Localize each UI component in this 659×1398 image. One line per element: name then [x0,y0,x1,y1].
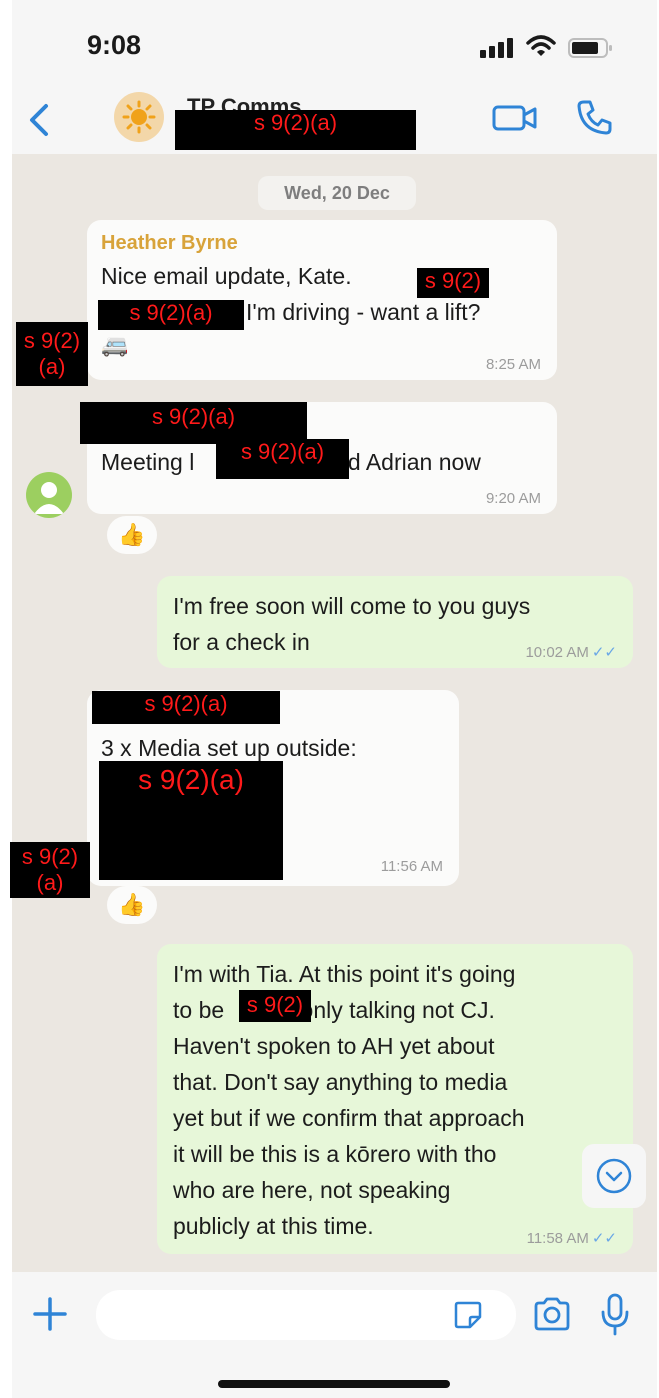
microphone-icon[interactable] [600,1292,630,1336]
message-time: 11:58 AM ✓✓ [526,1230,617,1247]
message-text: Haven't spoken to AH yet about [173,1033,495,1059]
message-text: it will be this is a kōrero with tho [173,1141,497,1167]
phone-icon[interactable] [575,98,613,136]
date-separator: Wed, 20 Dec [258,176,416,210]
redaction-inline: s 9(2)(a) [216,439,349,479]
cellular-signal-icon [480,38,516,58]
camera-icon[interactable] [532,1294,572,1334]
battery-icon [568,38,612,58]
redaction-body: s 9(2)(a) [99,761,283,880]
message-text: who are here, not speaking [173,1177,451,1203]
chat-header: TP Comms s 9(2)(a) [12,92,657,154]
avatar[interactable] [26,472,72,518]
home-indicator[interactable] [218,1380,450,1388]
message-text: I'm free soon will come to you guys [173,593,531,619]
person-icon [34,482,64,514]
sun-icon [122,100,156,134]
sender-name: Heather Byrne [101,232,238,254]
chevron-down-circle-icon [596,1158,632,1194]
status-time: 9:08 [87,30,142,60]
redaction-avatar: s 9(2) (a) [16,322,88,386]
redaction-header: s 9(2)(a) [175,110,416,150]
message-bubble[interactable]: I'm free soon will come to you guys for … [157,576,633,668]
wifi-icon [526,35,556,56]
video-camera-icon[interactable] [492,102,538,134]
redaction-avatar: s 9(2) (a) [10,842,90,898]
sticker-icon[interactable] [452,1299,484,1331]
status-bar: 9:08 [12,0,657,92]
composer-bar [12,1272,657,1398]
message-time: 8:25 AM [485,356,541,373]
reaction-badge[interactable]: 👍 [107,516,157,554]
phone-screen: 9:08 TP Comms s 9(2)(a) Wed, 20 Dec Heat… [10,0,657,1398]
read-receipt-icon: ✓✓ [591,1230,617,1247]
redaction-inline: s 9(2) [417,268,489,298]
redaction-inline: s 9(2)(a) [98,300,244,330]
read-receipt-icon: ✓✓ [591,644,617,661]
message-text: that. Don't say anything to media [173,1069,508,1095]
redaction-sender: s 9(2)(a) [80,402,307,444]
message-time: 11:56 AM [380,858,443,875]
message-list[interactable]: Wed, 20 Dec Heather Byrne Nice email upd… [10,154,657,1272]
group-avatar[interactable] [114,92,164,142]
message-time: 9:20 AM [485,490,541,507]
reaction-badge[interactable]: 👍 [107,886,157,924]
plus-icon[interactable] [30,1294,70,1334]
chevron-left-icon[interactable] [24,100,54,140]
message-bubble[interactable]: I'm with Tia. At this point it's going t… [157,944,633,1254]
message-text: yet but if we confirm that approach [173,1105,525,1131]
redaction-inline: s 9(2) [239,990,311,1022]
message-time: 10:02 AM ✓✓ [525,644,617,661]
redaction-sender: s 9(2)(a) [92,691,280,724]
scroll-down-button[interactable] [582,1144,646,1208]
message-text: I'm with Tia. At this point it's going [173,961,516,987]
